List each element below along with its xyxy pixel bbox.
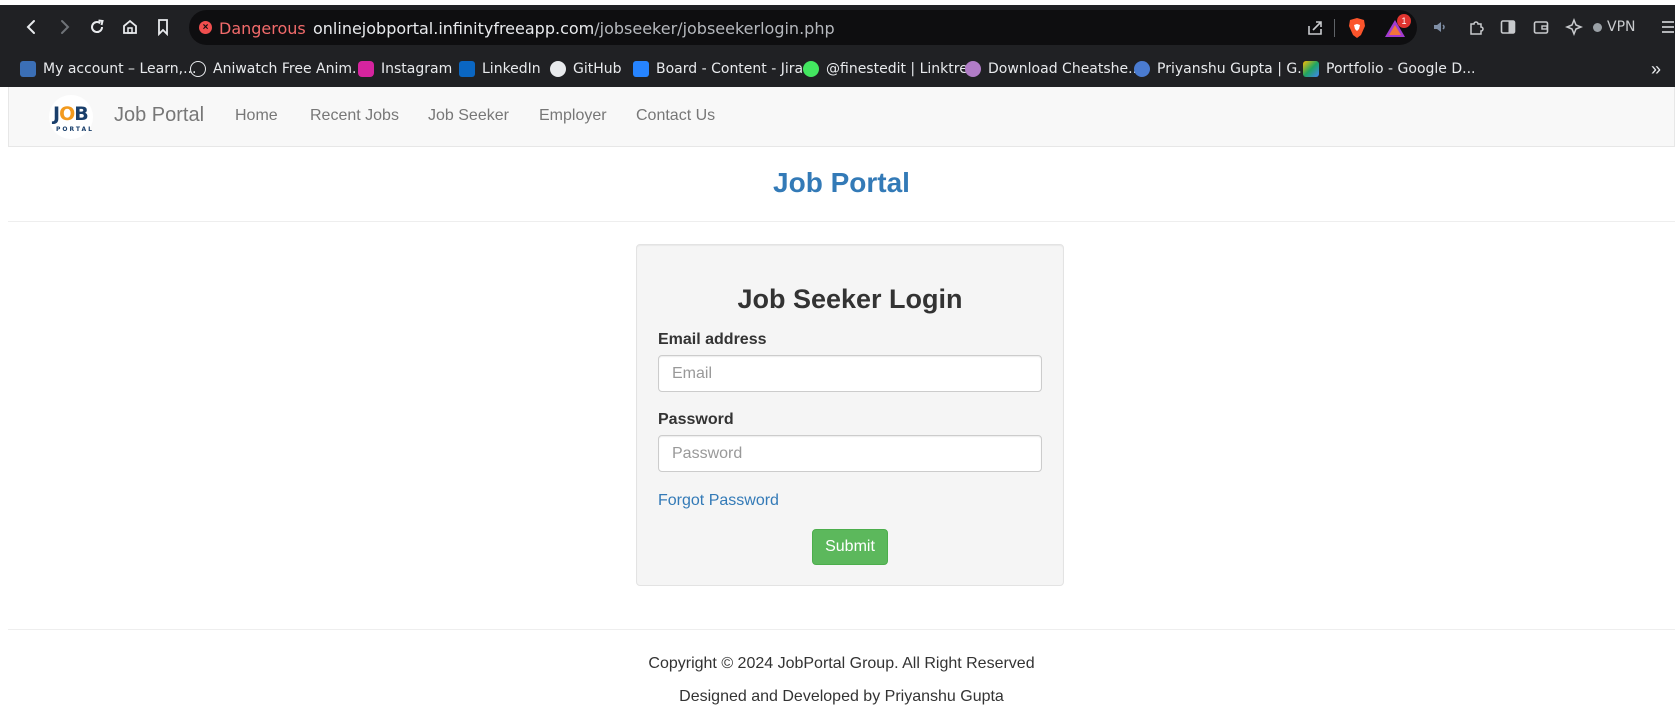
bookmark-item[interactable]: Board - Content - Jira	[633, 59, 803, 79]
address-bar[interactable]: × Dangerous onlinejobportal.infinityfree…	[189, 10, 1417, 45]
power-icon	[1134, 61, 1150, 77]
logo-subtext: PORTAL	[56, 126, 94, 133]
bookmark-item[interactable]: LinkedIn	[459, 59, 541, 79]
site-navbar: JOB PORTAL Job Portal Home Recent Jobs J…	[8, 87, 1675, 147]
github-icon	[550, 61, 566, 77]
extensions-icon[interactable]	[1464, 15, 1488, 39]
danger-icon: ×	[199, 21, 212, 34]
navbar-brand[interactable]: Job Portal	[114, 104, 204, 127]
footer-divider	[8, 629, 1675, 630]
footer-credit: Designed and Developed by Priyanshu Gupt…	[679, 688, 1004, 705]
nav-recent-jobs[interactable]: Recent Jobs	[310, 107, 399, 125]
bookmark-icon[interactable]	[149, 13, 177, 41]
linkedin-icon	[459, 61, 475, 77]
bookmark-item[interactable]: GitHub	[550, 59, 622, 79]
sidebar-icon[interactable]	[1496, 15, 1520, 39]
forgot-password-link[interactable]: Forgot Password	[658, 492, 779, 510]
email-label: Email address	[658, 331, 767, 348]
instagram-icon	[358, 61, 374, 77]
bookmarks-bar: My account – Learn,... Aniwatch Free Ani…	[0, 50, 1675, 87]
url-host: onlinejobportal.infinityfreeapp.com	[313, 19, 595, 38]
page-header: Job Portal	[8, 147, 1675, 222]
google-drive-icon	[1303, 61, 1319, 77]
vpn-button[interactable]: VPN	[1593, 16, 1636, 38]
nav-job-seeker[interactable]: Job Seeker	[428, 107, 509, 125]
nav-contact-us[interactable]: Contact Us	[636, 107, 715, 125]
bookmarks-overflow-icon[interactable]: »	[1651, 59, 1661, 80]
bookmark-item[interactable]: Download Cheatshe...	[965, 59, 1142, 79]
browser-toolbar: × Dangerous onlinejobportal.infinityfree…	[0, 5, 1675, 50]
url-text[interactable]: onlinejobportal.infinityfreeapp.com/jobs…	[313, 19, 835, 38]
security-status[interactable]: Dangerous	[219, 19, 306, 38]
bookmark-favicon-icon	[20, 61, 36, 77]
bookmark-favicon-icon	[965, 61, 981, 77]
bookmark-item[interactable]: Aniwatch Free Anim...	[190, 59, 365, 79]
url-separator	[1334, 19, 1335, 37]
vpn-label: VPN	[1607, 19, 1636, 35]
submit-button[interactable]: Submit	[812, 529, 888, 565]
password-field[interactable]	[658, 435, 1042, 472]
forward-icon[interactable]	[50, 13, 78, 41]
bookmark-item[interactable]: My account – Learn,...	[20, 59, 196, 79]
url-path: /jobseeker/jobseekerlogin.php	[594, 19, 835, 38]
browser-chrome: × Dangerous onlinejobportal.infinityfree…	[0, 5, 1675, 87]
reload-icon[interactable]	[83, 13, 111, 41]
jira-icon	[633, 61, 649, 77]
password-label: Password	[658, 411, 734, 428]
bookmark-item[interactable]: Instagram	[358, 59, 452, 79]
bookmark-favicon-icon	[190, 61, 206, 77]
nav-employer[interactable]: Employer	[539, 107, 607, 125]
login-panel: Job Seeker Login Email address Password …	[636, 244, 1064, 586]
brave-shield-icon[interactable]	[1347, 17, 1367, 39]
web-page: JOB PORTAL Job Portal Home Recent Jobs J…	[8, 87, 1675, 705]
site-logo[interactable]: JOB PORTAL	[49, 95, 93, 139]
linktree-icon	[803, 61, 819, 77]
logo-wordmark: JOB	[53, 103, 89, 125]
bookmark-item[interactable]: @finestedit | Linktree	[803, 59, 976, 79]
home-icon[interactable]	[116, 13, 144, 41]
speaker-icon[interactable]	[1428, 15, 1452, 39]
menu-icon[interactable]	[1656, 15, 1675, 39]
rewards-badge: 1	[1397, 14, 1411, 28]
share-icon[interactable]	[1305, 18, 1325, 38]
footer-copyright: Copyright © 2024 JobPortal Group. All Ri…	[648, 655, 1035, 672]
vpn-status-icon	[1593, 22, 1602, 32]
login-title: Job Seeker Login	[737, 284, 963, 314]
nav-home[interactable]: Home	[235, 107, 278, 125]
bookmark-item[interactable]: Priyanshu Gupta | G...	[1134, 59, 1311, 79]
email-field[interactable]	[658, 355, 1042, 392]
back-icon[interactable]	[18, 13, 46, 41]
leo-ai-icon[interactable]	[1562, 15, 1586, 39]
bookmark-item[interactable]: Portfolio - Google D...	[1303, 59, 1476, 79]
page-title: Job Portal	[773, 167, 910, 198]
wallet-icon[interactable]	[1529, 15, 1553, 39]
